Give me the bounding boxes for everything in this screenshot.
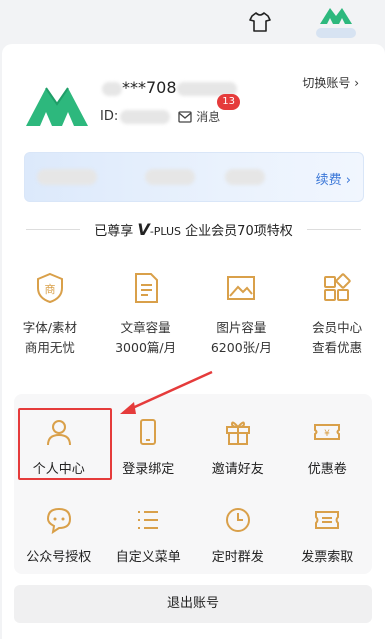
svg-text:¥: ¥ bbox=[324, 429, 330, 439]
username-text: ***708 bbox=[122, 78, 177, 97]
divider-right bbox=[307, 229, 361, 230]
username: ***708 bbox=[102, 78, 237, 97]
benefit-line1: 会员中心 bbox=[312, 320, 363, 335]
clock-icon bbox=[225, 508, 250, 532]
plus-label: -PLUS bbox=[149, 225, 182, 238]
document-icon bbox=[134, 273, 158, 303]
feature-scheduled-send[interactable]: 定时群发 bbox=[193, 500, 283, 570]
account-panel: ***708 ID: 消息 13 切换账号 › 续费 › 已尊享 V-PLUS … bbox=[2, 44, 385, 639]
phone-icon bbox=[140, 419, 157, 445]
highlight-box bbox=[18, 408, 112, 480]
grid-icon bbox=[324, 273, 351, 301]
feature-invoice[interactable]: 发票索取 bbox=[283, 500, 373, 570]
coupon-icon: ¥ bbox=[314, 424, 341, 440]
invoice-icon bbox=[315, 511, 340, 529]
feature-login-binding[interactable]: 登录绑定 bbox=[104, 412, 194, 482]
switch-account-link[interactable]: 切换账号 › bbox=[302, 74, 359, 91]
top-bar bbox=[0, 0, 385, 44]
user-avatar[interactable] bbox=[22, 74, 92, 136]
user-id-line: ID: 消息 13 bbox=[100, 94, 240, 125]
feature-label: 定时群发 bbox=[211, 550, 264, 565]
logout-button[interactable]: 退出账号 bbox=[14, 585, 372, 623]
feature-coupons[interactable]: ¥ 优惠卷 bbox=[283, 412, 373, 482]
feature-label: 优惠卷 bbox=[307, 462, 347, 477]
shield-icon: 商 bbox=[36, 272, 63, 304]
feature-invite-friends[interactable]: 邀请好友 bbox=[193, 412, 283, 482]
feature-label: 公众号授权 bbox=[26, 550, 92, 565]
svg-text:商: 商 bbox=[44, 282, 55, 296]
benefit-images[interactable]: 图片容量 6200张/月 bbox=[194, 272, 290, 358]
benefit-member-center[interactable]: 会员中心 查看优惠 bbox=[289, 272, 385, 358]
feature-panel: 个人中心 登录绑定 邀请好友 ¥ 优惠卷 公众号授权 自定义菜单 定时群发 发票… bbox=[14, 394, 372, 574]
message-button[interactable]: 消息 13 bbox=[178, 94, 240, 125]
user-id-label: ID: bbox=[100, 109, 119, 124]
feature-official-account-auth[interactable]: 公众号授权 bbox=[14, 500, 104, 570]
feature-label: 自定义菜单 bbox=[115, 550, 181, 565]
message-count-badge: 13 bbox=[217, 94, 240, 110]
benefit-line1: 图片容量 bbox=[216, 320, 267, 335]
renew-link[interactable]: 续费 › bbox=[316, 169, 351, 188]
top-avatar-icon[interactable] bbox=[314, 2, 358, 40]
feature-label: 登录绑定 bbox=[122, 462, 175, 477]
benefit-line1: 文章容量 bbox=[120, 320, 171, 335]
feature-label: 发票索取 bbox=[301, 550, 354, 565]
benefit-line2: 查看优惠 bbox=[312, 340, 363, 355]
benefit-line2: 6200张/月 bbox=[210, 340, 272, 355]
image-icon bbox=[227, 276, 256, 300]
chat-icon bbox=[46, 507, 71, 535]
v-logo-icon: V bbox=[137, 220, 150, 239]
benefit-line2: 商用无忧 bbox=[24, 340, 75, 355]
privilege-suffix: 企业会员70项特权 bbox=[185, 224, 293, 239]
message-label: 消息 bbox=[196, 110, 221, 124]
benefit-commercial[interactable]: 商 字体/素材 商用无忧 bbox=[2, 272, 98, 358]
mail-icon bbox=[178, 110, 192, 123]
benefit-line1: 字体/素材 bbox=[22, 320, 77, 335]
benefit-articles[interactable]: 文章容量 3000篇/月 bbox=[98, 272, 194, 358]
benefit-line2: 3000篇/月 bbox=[115, 340, 177, 355]
divider-left bbox=[26, 229, 80, 230]
benefit-row: 商 字体/素材 商用无忧 文章容量 3000篇/月 图片容量 6200张/月 会… bbox=[2, 272, 385, 358]
gift-icon bbox=[225, 421, 250, 445]
vip-card[interactable]: 续费 › bbox=[24, 152, 364, 202]
feature-label: 邀请好友 bbox=[211, 462, 264, 477]
tshirt-icon[interactable] bbox=[248, 10, 272, 34]
list-icon bbox=[138, 511, 159, 529]
feature-custom-menu[interactable]: 自定义菜单 bbox=[104, 500, 194, 570]
privilege-title: 已尊享 V-PLUS 企业会员70项特权 bbox=[2, 220, 385, 239]
privilege-prefix: 已尊享 bbox=[94, 224, 134, 239]
